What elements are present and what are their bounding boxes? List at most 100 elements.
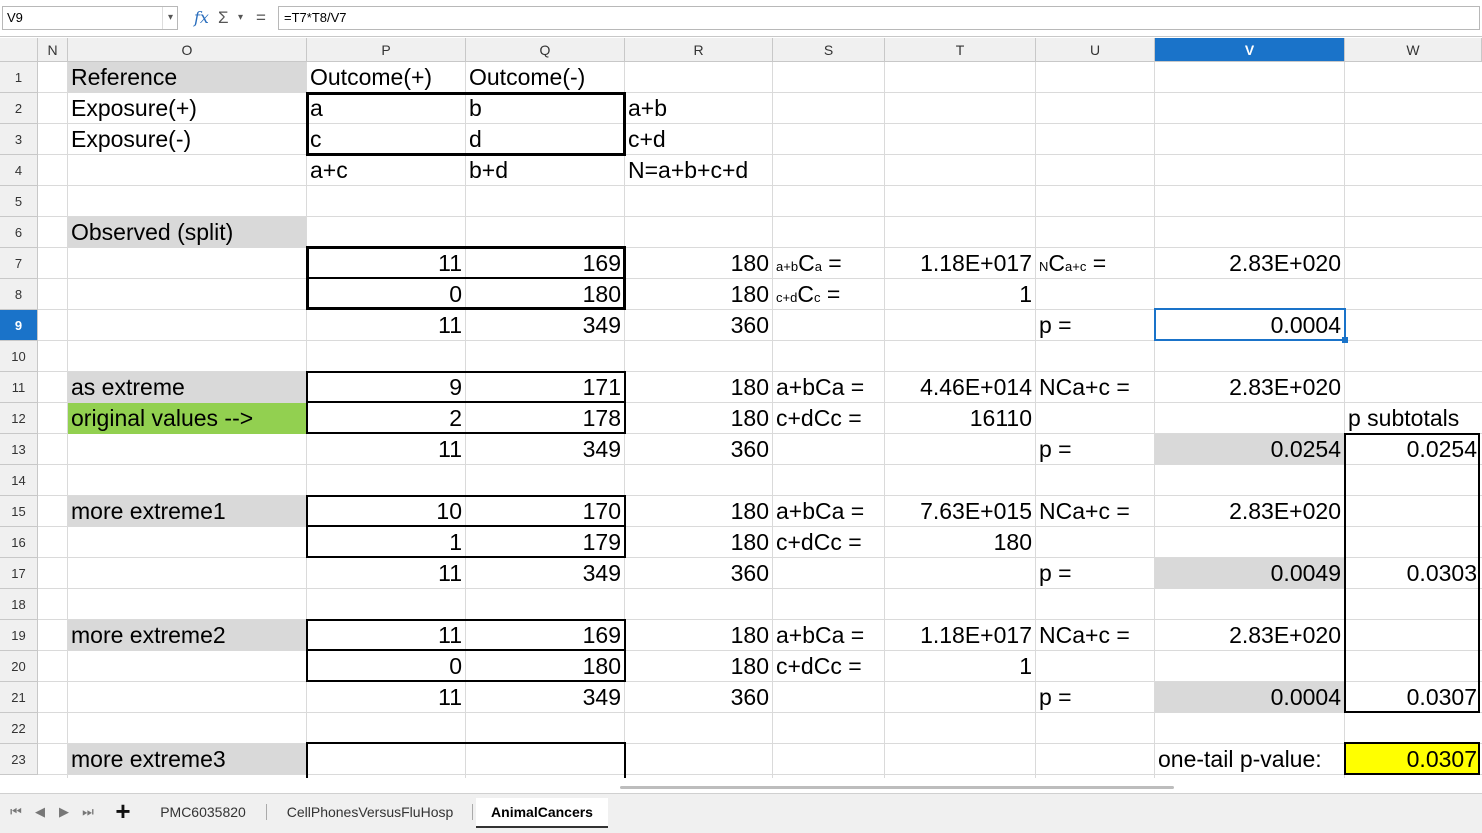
cell-s16[interactable]: c+dCc = [773, 527, 884, 558]
cell-t11[interactable]: 4.46E+014 [885, 372, 1035, 403]
cell-w21[interactable]: 0.0307 [1345, 682, 1480, 713]
cell-q11[interactable]: 171 [466, 372, 624, 403]
cell-w13[interactable]: 0.0254 [1345, 434, 1480, 465]
cell-q12[interactable]: 178 [466, 403, 624, 434]
formula-icon[interactable]: = [256, 6, 266, 30]
cell-v9[interactable]: 0.0004 [1155, 310, 1344, 341]
cell-u7[interactable]: NCa+c = [1036, 248, 1154, 279]
first-sheet-icon[interactable]: ⏮ [6, 800, 26, 824]
function-wizard-icon[interactable]: fx [194, 6, 209, 30]
next-sheet-icon[interactable]: ▶ [54, 800, 74, 824]
cell-q16[interactable]: 179 [466, 527, 624, 558]
cell-o6[interactable]: Observed (split) [68, 217, 306, 248]
select-all-corner[interactable] [0, 38, 38, 62]
cell-q19[interactable]: 169 [466, 620, 624, 651]
column-header-o[interactable]: O [68, 38, 307, 62]
row-header-10[interactable]: 10 [0, 341, 38, 372]
cell-r19[interactable]: 180 [625, 620, 772, 651]
cell-r13[interactable]: 360 [625, 434, 772, 465]
cell-s20[interactable]: c+dCc = [773, 651, 884, 682]
row-header-21[interactable]: 21 [0, 682, 38, 713]
cell-p4[interactable]: a+c [307, 155, 465, 186]
row-header-19[interactable]: 19 [0, 620, 38, 651]
column-header-n[interactable]: N [38, 38, 68, 62]
row-header-5[interactable]: 5 [0, 186, 38, 217]
cell-s11[interactable]: a+bCa = [773, 372, 884, 403]
cell-s8[interactable]: c+dCc = [773, 279, 884, 310]
cell-q7[interactable]: 169 [466, 248, 624, 279]
cell-q8[interactable]: 180 [466, 279, 624, 310]
cell-v23[interactable]: one-tail p-value: [1155, 744, 1344, 775]
cell-s12[interactable]: c+dCc = [773, 403, 884, 434]
column-header-t[interactable]: T [885, 38, 1036, 62]
cell-u13[interactable]: p = [1036, 434, 1154, 465]
cell-q21[interactable]: 349 [466, 682, 624, 713]
cell-t15[interactable]: 7.63E+015 [885, 496, 1035, 527]
sum-icon[interactable]: Σ [218, 6, 229, 30]
cell-q17[interactable]: 349 [466, 558, 624, 589]
column-header-u[interactable]: U [1036, 38, 1155, 62]
cell-p7[interactable]: 11 [307, 248, 465, 279]
cell-p3[interactable]: c [307, 124, 465, 155]
cell-r4[interactable]: N=a+b+c+d [625, 155, 772, 186]
name-box[interactable]: V9 [2, 6, 178, 30]
column-header-w[interactable]: W [1345, 38, 1482, 62]
cell-q3[interactable]: d [466, 124, 624, 155]
cell-o19[interactable]: more extreme2 [68, 620, 306, 651]
cell-t20[interactable]: 1 [885, 651, 1035, 682]
row-header-18[interactable]: 18 [0, 589, 38, 620]
cell-r20[interactable]: 180 [625, 651, 772, 682]
row-header-12[interactable]: 12 [0, 403, 38, 434]
cell-p12[interactable]: 2 [307, 403, 465, 434]
cell-t19[interactable]: 1.18E+017 [885, 620, 1035, 651]
cell-t8[interactable]: 1 [885, 279, 1035, 310]
column-header-v[interactable]: V [1155, 38, 1345, 62]
cell-t16[interactable]: 180 [885, 527, 1035, 558]
cell-v15[interactable]: 2.83E+020 [1155, 496, 1344, 527]
cell-p13[interactable]: 11 [307, 434, 465, 465]
cell-o1[interactable]: Reference [68, 62, 306, 93]
last-sheet-icon[interactable]: ⏭ [78, 800, 98, 824]
cell-p19[interactable]: 11 [307, 620, 465, 651]
row-header-3[interactable]: 3 [0, 124, 38, 155]
cell-r17[interactable]: 360 [625, 558, 772, 589]
name-box-dropdown-icon[interactable]: ▾ [162, 7, 178, 29]
cell-u21[interactable]: p = [1036, 682, 1154, 713]
cell-r12[interactable]: 180 [625, 403, 772, 434]
row-header-22[interactable]: 22 [0, 713, 38, 744]
cell-w12[interactable]: p subtotals [1345, 403, 1482, 434]
cell-v13[interactable]: 0.0254 [1155, 434, 1344, 465]
previous-sheet-icon[interactable]: ◀ [30, 800, 50, 824]
cell-o12[interactable]: original values --> [68, 403, 306, 434]
cell-w23[interactable]: 0.0307 [1345, 744, 1480, 775]
cell-r16[interactable]: 180 [625, 527, 772, 558]
cell-v11[interactable]: 2.83E+020 [1155, 372, 1344, 403]
cell-o2[interactable]: Exposure(+) [68, 93, 306, 124]
row-header-13[interactable]: 13 [0, 434, 38, 465]
row-header-9[interactable]: 9 [0, 310, 38, 341]
cell-q13[interactable]: 349 [466, 434, 624, 465]
cell-p1[interactable]: Outcome(+) [307, 62, 465, 93]
row-header-11[interactable]: 11 [0, 372, 38, 403]
column-header-r[interactable]: R [625, 38, 773, 62]
tab-pmc6035820[interactable]: PMC6035820 [148, 800, 258, 824]
row-header-20[interactable]: 20 [0, 651, 38, 682]
row-header-15[interactable]: 15 [0, 496, 38, 527]
cell-q2[interactable]: b [466, 93, 624, 124]
cell-t12[interactable]: 16110 [885, 403, 1035, 434]
row-header-16[interactable]: 16 [0, 527, 38, 558]
cell-p15[interactable]: 10 [307, 496, 465, 527]
cell-r9[interactable]: 360 [625, 310, 772, 341]
row-header-14[interactable]: 14 [0, 465, 38, 496]
row-header-23[interactable]: 23 [0, 744, 38, 775]
cell-p21[interactable]: 11 [307, 682, 465, 713]
cell-r8[interactable]: 180 [625, 279, 772, 310]
cell-s7[interactable]: a+bCa = [773, 248, 884, 279]
cell-p9[interactable]: 11 [307, 310, 465, 341]
cell-r21[interactable]: 360 [625, 682, 772, 713]
tab-cellphonesversusfluhosp[interactable]: CellPhonesVersusFluHosp [274, 800, 466, 824]
cell-q20[interactable]: 180 [466, 651, 624, 682]
cell-p16[interactable]: 1 [307, 527, 465, 558]
cell-o15[interactable]: more extreme1 [68, 496, 306, 527]
cell-u17[interactable]: p = [1036, 558, 1154, 589]
